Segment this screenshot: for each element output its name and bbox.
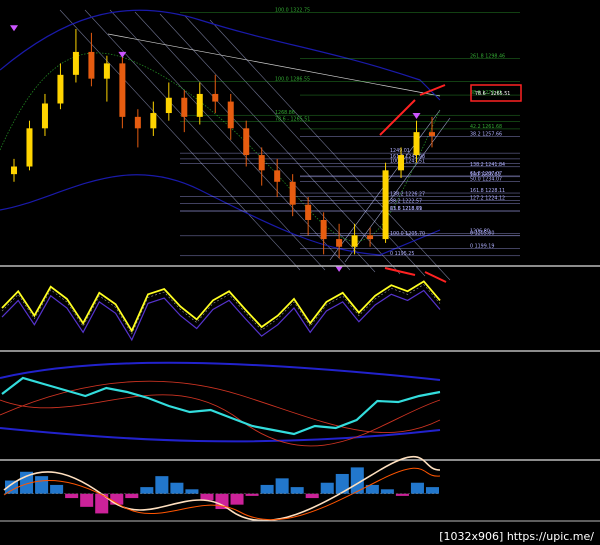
histogram-bar xyxy=(125,493,139,499)
fib-level-label: 1249.01 xyxy=(390,148,410,154)
watermark-text: [1032x906] https://upic.me/ xyxy=(435,530,598,543)
fractal-marker xyxy=(118,51,127,58)
histogram-bar xyxy=(380,489,394,494)
trend-arrow xyxy=(419,84,446,96)
channel-line xyxy=(84,9,326,271)
candle-body xyxy=(429,132,435,136)
histogram-bar xyxy=(425,487,439,494)
candle-body xyxy=(119,63,126,117)
trading-chart: 100.0 1322.75 261.8 1298.46 100.0 1286.55 8… xyxy=(0,0,600,545)
fib-level-label: 100.0 1322.75 xyxy=(275,7,310,13)
fib-level-label: 138.2 1226.27 xyxy=(390,192,425,198)
channel-line xyxy=(159,13,401,275)
candle-body xyxy=(134,116,141,129)
histogram-bar xyxy=(410,482,424,494)
fib-level-label: 38.2 1222.57 xyxy=(390,199,422,205)
candle-body xyxy=(26,128,33,167)
histogram-bar xyxy=(320,482,334,494)
candle-body xyxy=(88,51,95,79)
candle-body xyxy=(398,155,405,171)
fib-level-label: 0 1195.25 xyxy=(390,251,414,257)
candle-body xyxy=(103,63,110,79)
fib-level-label: 127.2 1224.12 xyxy=(470,196,505,202)
histogram-bar xyxy=(395,493,409,496)
histogram-bar xyxy=(140,487,154,494)
candle-body xyxy=(382,170,389,240)
candle-body xyxy=(289,181,296,205)
histogram-bar xyxy=(275,478,289,494)
candle-body xyxy=(305,204,312,220)
fib-level-label: 0 1199.19 xyxy=(470,243,494,249)
fib-level-label: 100.0 1205.70 xyxy=(390,231,425,237)
candle-body xyxy=(196,93,203,117)
histogram-bar xyxy=(290,487,304,494)
fib-level-label: 100.0 1286.55 xyxy=(275,76,310,82)
candle-body xyxy=(181,97,188,117)
candle-body xyxy=(41,103,48,129)
channel-line xyxy=(59,9,301,271)
bands-main-line xyxy=(1,376,441,436)
candle-body xyxy=(57,74,64,104)
candle-body xyxy=(72,51,79,75)
histogram-bar xyxy=(155,476,169,494)
fib-level-label: 138.2 1241.84 xyxy=(470,162,505,168)
histogram-bar xyxy=(80,493,94,507)
fib-level-label: 23.6 1218.69 xyxy=(390,206,422,212)
fib-level-label: 38.2 1257.66 xyxy=(470,132,502,138)
fib-level-label: 161.8 1228.11 xyxy=(470,188,505,194)
fib-level-label: 1268.86 xyxy=(275,110,295,116)
histogram-bar xyxy=(230,493,244,505)
histogram-bar xyxy=(260,484,274,494)
histogram-bar xyxy=(305,493,319,499)
candle-body xyxy=(212,93,219,102)
fib-level-label: 42.2 1261.68 xyxy=(470,124,502,130)
histogram-bar xyxy=(170,482,184,494)
fib-level-label: 78.6 - 1265.51 xyxy=(275,117,310,123)
candle-body xyxy=(11,166,17,175)
fib-level-label: 261.8 1298.46 xyxy=(470,54,505,60)
candle-body xyxy=(351,235,358,247)
candle-body xyxy=(274,170,281,182)
channel-line xyxy=(109,9,351,271)
fractal-marker xyxy=(412,113,421,120)
candle-body xyxy=(336,239,343,247)
divergence-arrow xyxy=(424,271,447,283)
candle-body xyxy=(165,97,172,114)
trend-arrow xyxy=(379,99,416,136)
fib-level-label: 100 1236.61 xyxy=(470,172,501,178)
trend-line xyxy=(107,33,441,97)
fib-level-label: 100.0 1243.51 xyxy=(390,159,425,165)
histogram-bar xyxy=(335,473,349,494)
fib-level-label: 0 1205.80 xyxy=(470,231,494,237)
moving-average xyxy=(0,52,441,242)
candle-body xyxy=(243,128,250,156)
histogram-bar xyxy=(185,489,199,494)
band-red-2 xyxy=(0,394,441,447)
fractal-marker xyxy=(10,25,18,32)
candle-body xyxy=(150,113,157,129)
histogram-bar xyxy=(35,476,49,494)
highlight-label: 78.6 - 1265.51 xyxy=(475,91,510,97)
bollinger-lower xyxy=(0,174,441,256)
histogram-bar xyxy=(245,493,259,496)
histogram-bar xyxy=(65,493,79,499)
candle-body xyxy=(367,235,374,240)
candle-body xyxy=(227,101,234,129)
band-upper xyxy=(0,361,441,381)
candle-body xyxy=(258,155,265,171)
chart-canvas: 100.0 1322.75261.8 1298.46100.0 1286.558… xyxy=(0,7,600,522)
candle-body xyxy=(320,219,327,240)
candle-body xyxy=(413,132,420,156)
histogram-bar xyxy=(50,484,64,494)
